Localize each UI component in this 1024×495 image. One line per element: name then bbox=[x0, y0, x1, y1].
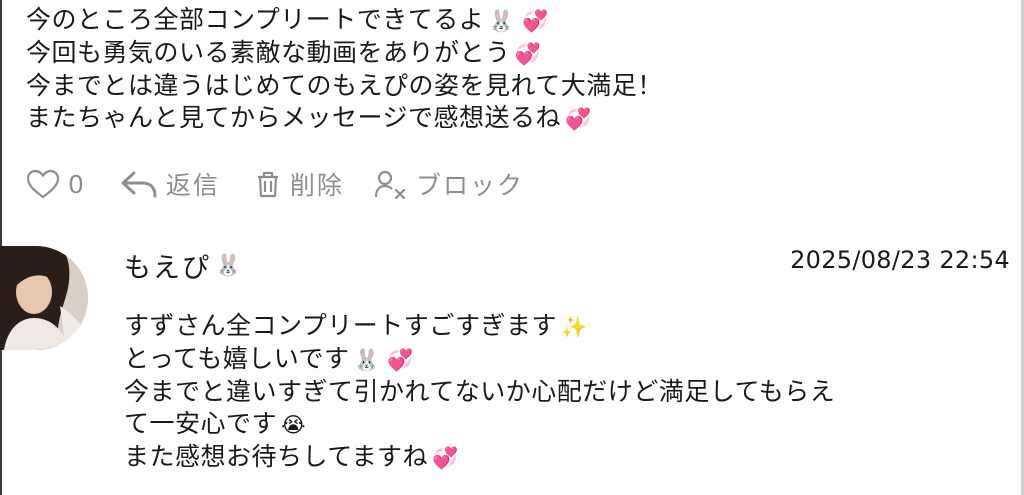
comment-actions: 0 返信 削除 ブロック bbox=[26, 166, 524, 202]
delete-button[interactable]: 削除 bbox=[254, 166, 344, 202]
timestamp: 2025/08/23 22:54 bbox=[790, 246, 1010, 274]
like-button[interactable]: 0 bbox=[26, 169, 86, 199]
reply-line: とっても嬉しいです 🐰 💞 bbox=[124, 344, 414, 373]
avatar[interactable] bbox=[0, 246, 88, 350]
block-user-icon bbox=[374, 170, 406, 199]
crying-emoji: 😭 bbox=[281, 413, 307, 437]
delete-label: 削除 bbox=[289, 171, 344, 200]
sparkles-emoji: ✨ bbox=[561, 315, 588, 339]
avatar-photo bbox=[0, 246, 88, 350]
trash-icon bbox=[257, 171, 278, 198]
comment-line: 今回も勇気のいる素敵な動画をありがとう 💞 bbox=[26, 38, 542, 67]
block-label: ブロック bbox=[415, 171, 524, 200]
reply-arrow-icon bbox=[121, 171, 157, 198]
reply-header: もえぴ 🐰 2025/08/23 22:54 bbox=[124, 246, 1014, 285]
heart-emoji: 💞 bbox=[432, 446, 459, 470]
heart-emoji: 💞 bbox=[514, 42, 542, 66]
reply-line: すずさん全コンプリートすごすぎます ✨ bbox=[124, 311, 588, 340]
reply-line: て一安心です 😭 bbox=[124, 409, 307, 438]
comment-line: 今までとは違うはじめてのもえぴの姿を見れて大満足！ bbox=[26, 71, 663, 100]
block-button[interactable]: ブロック bbox=[374, 166, 524, 202]
bunny-emoji: 🐰 bbox=[215, 253, 242, 277]
reply-body: すずさん全コンプリートすごすぎます ✨ とっても嬉しいです 🐰 💞 今までと違いすぎ… bbox=[124, 310, 1014, 474]
reply-label: 返信 bbox=[165, 171, 220, 200]
reply-button[interactable]: 返信 bbox=[120, 166, 220, 202]
heart-icon bbox=[26, 169, 60, 199]
author-name: もえぴ bbox=[124, 253, 211, 284]
reply-line: また感想お待ちしてますね 💞 bbox=[124, 442, 459, 471]
comment-line: またちゃんと見てからメッセージで感想送るね 💞 bbox=[26, 103, 592, 132]
reply-line: 今までと違いすぎて引かれてないか心配だけど満足してもらえ bbox=[124, 377, 836, 406]
bunny-heart-emoji: 🐰 💞 bbox=[353, 348, 414, 372]
heart-emoji: 💞 bbox=[565, 107, 592, 131]
like-count: 0 bbox=[68, 169, 86, 199]
comment-line: 今のところ全部コンプリートできてるよ 🐰 💞 bbox=[26, 5, 549, 34]
comment-body: 今のところ全部コンプリートできてるよ 🐰 💞 今回も勇気のいる素敵な動画をありがと… bbox=[26, 4, 986, 135]
bunny-heart-emoji: 🐰 💞 bbox=[488, 9, 549, 33]
